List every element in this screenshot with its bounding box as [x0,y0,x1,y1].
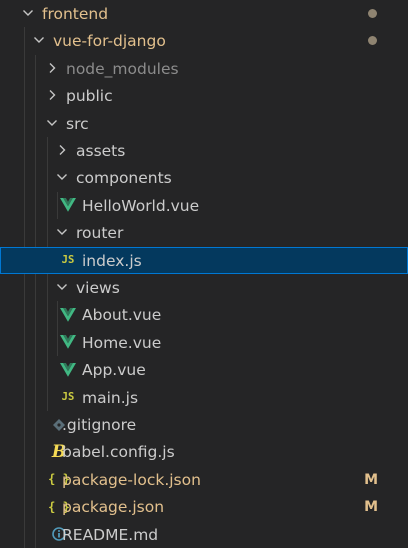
chevron-down-icon[interactable] [20,5,36,21]
tree-item-label: .gitignore [62,416,137,434]
tree-item-babel-config-js[interactable]: Bbabel.config.js [0,438,408,465]
tree-item-components[interactable]: components [0,164,408,191]
chevron-down-icon[interactable] [44,115,60,131]
modified-badge: M [364,471,378,488]
modified-badge: M [364,499,378,516]
tree-item-node-modules[interactable]: node_modules [0,55,408,82]
tree-item-label: frontend [42,5,109,23]
chevron-down-icon[interactable] [54,279,70,295]
tree-item-label: HelloWorld.vue [82,196,200,215]
vue-file-icon [60,197,76,214]
tree-item-label: components [76,169,172,188]
tree-item-helloworld-vue[interactable]: HelloWorld.vue [0,192,408,219]
chevron-down-icon[interactable] [31,32,47,48]
tree-item-label: node_modules [66,59,179,78]
modified-dot-indicator [368,36,377,46]
tree-item-gitignore[interactable]: .gitignore [0,411,408,438]
tree-item-label: README.md [62,525,159,544]
tree-item-package-lock-json[interactable]: { } package-lock.json M [0,466,408,493]
chevron-down-icon[interactable] [54,224,70,240]
tree-item-label: router [76,224,124,243]
tree-item-package-json[interactable]: { } package.json M [0,493,408,520]
tree-item-label: main.js [82,388,139,407]
tree-item-vue-for-django[interactable]: vue-for-django [0,27,408,54]
chevron-right-icon[interactable] [44,87,60,103]
modified-dot-indicator [368,9,377,18]
chevron-right-icon[interactable] [44,60,60,76]
tree-item-label: assets [76,142,126,160]
tree-item-home-vue[interactable]: Home.vue [0,329,408,356]
tree-item-label: About.vue [82,306,162,325]
tree-item-label: package.json [62,498,165,517]
tree-item-label: vue-for-django [53,32,166,51]
tree-item-readme-md[interactable]: README.md [0,521,408,548]
tree-item-label: views [76,279,120,297]
chevron-down-icon[interactable] [54,169,70,185]
js-file-icon: JS [61,391,75,404]
tree-item-assets[interactable]: assets [0,137,408,164]
tree-item-public[interactable]: public [0,82,408,109]
vue-file-icon [60,361,76,378]
tree-item-label: App.vue [82,361,146,380]
tree-item-label: package-lock.json [62,470,201,489]
vue-file-icon [60,334,76,351]
chevron-right-icon[interactable] [54,142,70,158]
tree-item-label: src [66,114,89,133]
tree-item-src[interactable]: src [0,110,408,137]
js-file-icon: JS [61,254,75,267]
tree-item-views[interactable]: views [0,274,408,301]
tree-item-router[interactable]: router [0,219,408,246]
tree-item-index-js[interactable]: JS index.js [0,246,408,274]
vue-file-icon [60,306,76,323]
tree-item-app-vue[interactable]: App.vue [0,356,408,383]
tree-item-about-vue[interactable]: About.vue [0,301,408,328]
tree-item-label: public [66,87,113,106]
tree-item-label: Home.vue [82,333,162,352]
tree-item-label: babel.config.js [62,443,175,462]
file-explorer-tree: frontend vue-for-django node_modulespublic… [0,0,408,548]
tree-item-label: index.js [82,251,142,270]
tree-item-main-js[interactable]: JS main.js [0,384,408,411]
tree-item-frontend[interactable]: frontend [0,0,408,27]
